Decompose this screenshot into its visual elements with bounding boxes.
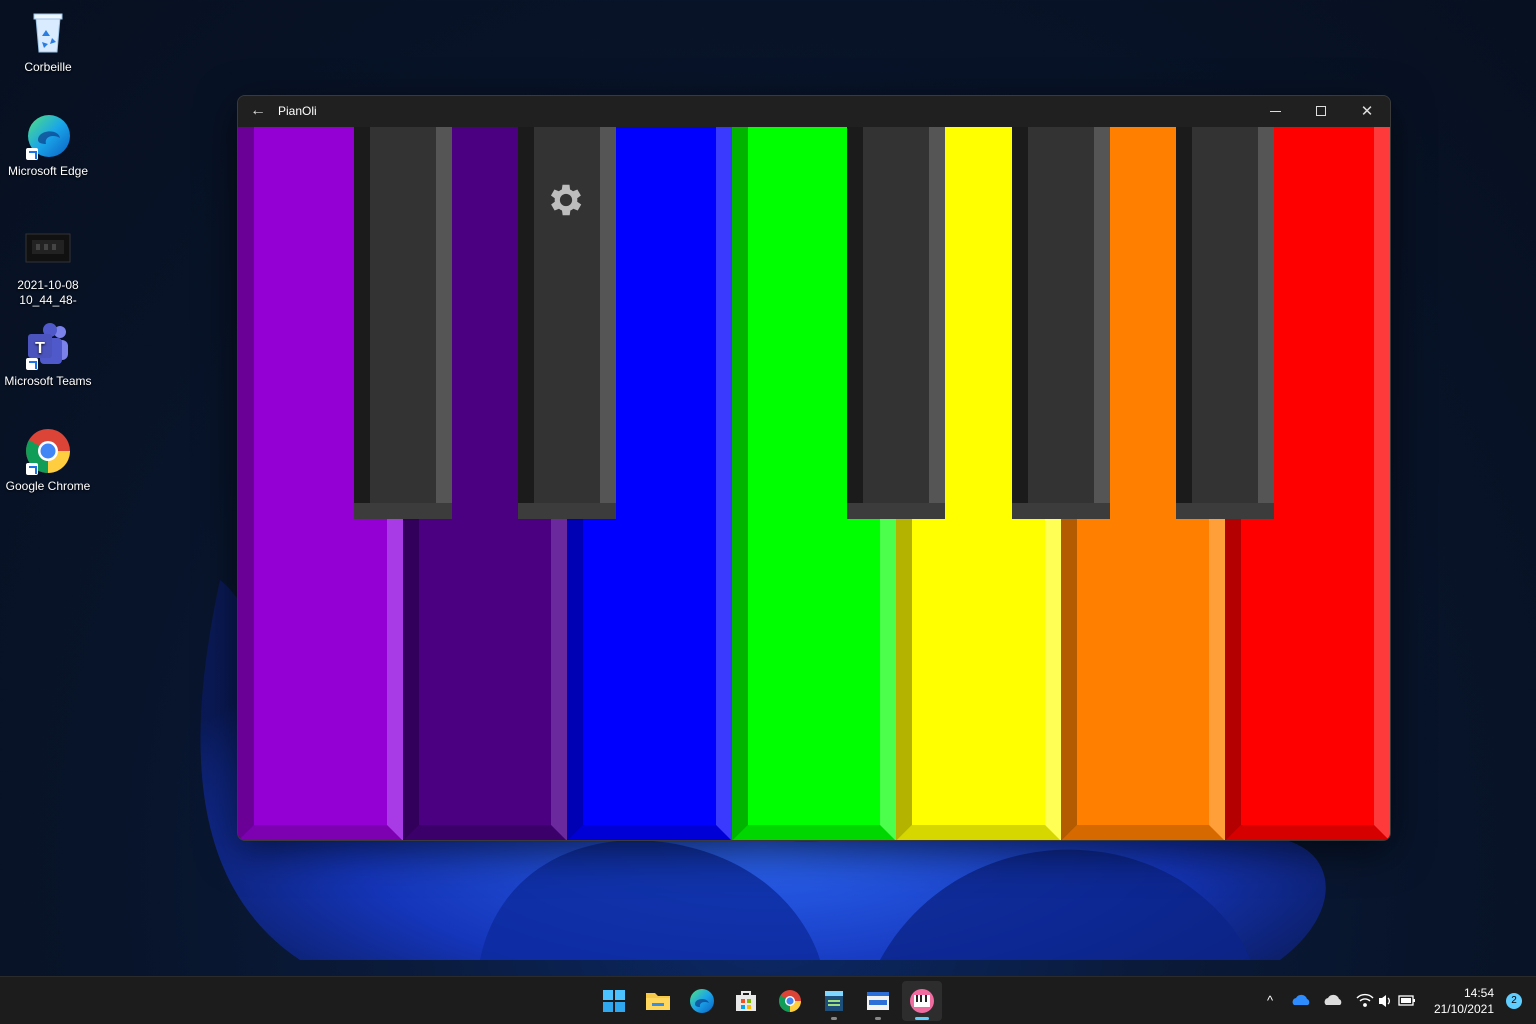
desktop-icon-chrome[interactable]: Google Chrome	[0, 427, 96, 494]
volume-icon	[1379, 995, 1390, 1007]
black-key-1[interactable]	[354, 127, 452, 519]
desktop-icon-label: Microsoft Teams	[4, 374, 92, 388]
desktop-icon-edge[interactable]: Microsoft Edge	[0, 112, 96, 179]
recycle-bin-icon	[24, 8, 72, 56]
notification-badge[interactable]: 2	[1506, 993, 1522, 1009]
black-key-3[interactable]	[847, 127, 945, 519]
desktop-icon-recycle-bin[interactable]: Corbeille	[0, 8, 96, 75]
taskbar-app-2[interactable]	[858, 981, 898, 1021]
pianoli-window: ← PianOli ✕	[237, 95, 1391, 841]
clock-time: 14:54	[1463, 986, 1494, 1000]
desktop-icon-image-file[interactable]: 2021-10-08 10_44_48-	[0, 226, 96, 308]
taskbar-file-explorer[interactable]	[638, 981, 678, 1021]
window-title: PianOli	[278, 104, 317, 118]
svg-text:T: T	[35, 340, 45, 357]
battery-icon	[1398, 995, 1415, 1006]
app-window-icon	[867, 992, 889, 1010]
desktop-icon-teams[interactable]: T Microsoft Teams	[0, 322, 96, 389]
title-bar: ← PianOli ✕	[238, 96, 1390, 127]
windows-start-icon	[603, 990, 625, 1012]
shortcut-arrow-icon	[26, 358, 38, 370]
taskbar: ^ 14:54 21/10/2021 2	[0, 976, 1536, 1024]
clock-date: 21/10/2021	[1433, 1002, 1494, 1016]
clock-button[interactable]: 14:54 21/10/2021	[1434, 985, 1494, 1017]
desktop-icon-label: Corbeille	[24, 60, 72, 74]
taskbar-microsoft-store[interactable]	[726, 981, 766, 1021]
back-button[interactable]: ←	[244, 98, 272, 124]
maximize-icon	[1316, 106, 1326, 116]
shortcut-arrow-icon	[26, 148, 38, 160]
image-file-icon	[24, 226, 72, 274]
chrome-icon	[779, 990, 801, 1012]
minimize-button[interactable]	[1252, 96, 1298, 127]
desktop-icon-label: Google Chrome	[5, 479, 91, 493]
running-indicator	[915, 1017, 929, 1020]
piano-keyboard	[238, 127, 1390, 840]
store-icon	[736, 991, 756, 1011]
close-icon: ✕	[1360, 103, 1374, 120]
teams-icon: T	[24, 322, 72, 370]
chevron-up-icon: ^	[1266, 993, 1274, 1008]
onedrive-personal-button[interactable]	[1322, 977, 1344, 1024]
desktop-icon-label: 2021-10-08 10_44_48-	[17, 278, 79, 307]
cloud-icon	[1324, 994, 1342, 1005]
quick-settings-button[interactable]	[1354, 977, 1424, 1024]
start-button[interactable]	[594, 981, 634, 1021]
shortcut-arrow-icon	[26, 463, 38, 475]
onedrive-button[interactable]	[1290, 977, 1312, 1024]
running-indicator	[875, 1017, 881, 1020]
back-arrow-icon: ←	[250, 102, 266, 119]
piano-icon	[910, 989, 934, 1013]
onedrive-cloud-icon	[1292, 994, 1310, 1005]
desktop-icon-label: Microsoft Edge	[7, 164, 89, 178]
taskbar-pianoli[interactable]	[902, 981, 942, 1021]
black-key-5[interactable]	[1176, 127, 1274, 519]
running-indicator	[831, 1017, 837, 1020]
edge-icon	[24, 112, 72, 160]
settings-gear-icon[interactable]	[545, 179, 587, 221]
edge-icon	[690, 989, 714, 1013]
quick-settings-icons	[1356, 993, 1415, 1007]
app-window-icon	[825, 991, 843, 1011]
minimize-icon	[1270, 111, 1281, 112]
maximize-button[interactable]	[1298, 96, 1344, 127]
chrome-icon	[24, 427, 72, 475]
close-button[interactable]: ✕	[1344, 96, 1390, 127]
show-hidden-icons-button[interactable]: ^	[1260, 977, 1280, 1024]
wifi-icon	[1356, 993, 1374, 1007]
folder-icon	[646, 993, 670, 1010]
black-key-4[interactable]	[1012, 127, 1110, 519]
taskbar-edge[interactable]	[682, 981, 722, 1021]
taskbar-app-1[interactable]	[814, 981, 854, 1021]
taskbar-chrome[interactable]	[770, 981, 810, 1021]
